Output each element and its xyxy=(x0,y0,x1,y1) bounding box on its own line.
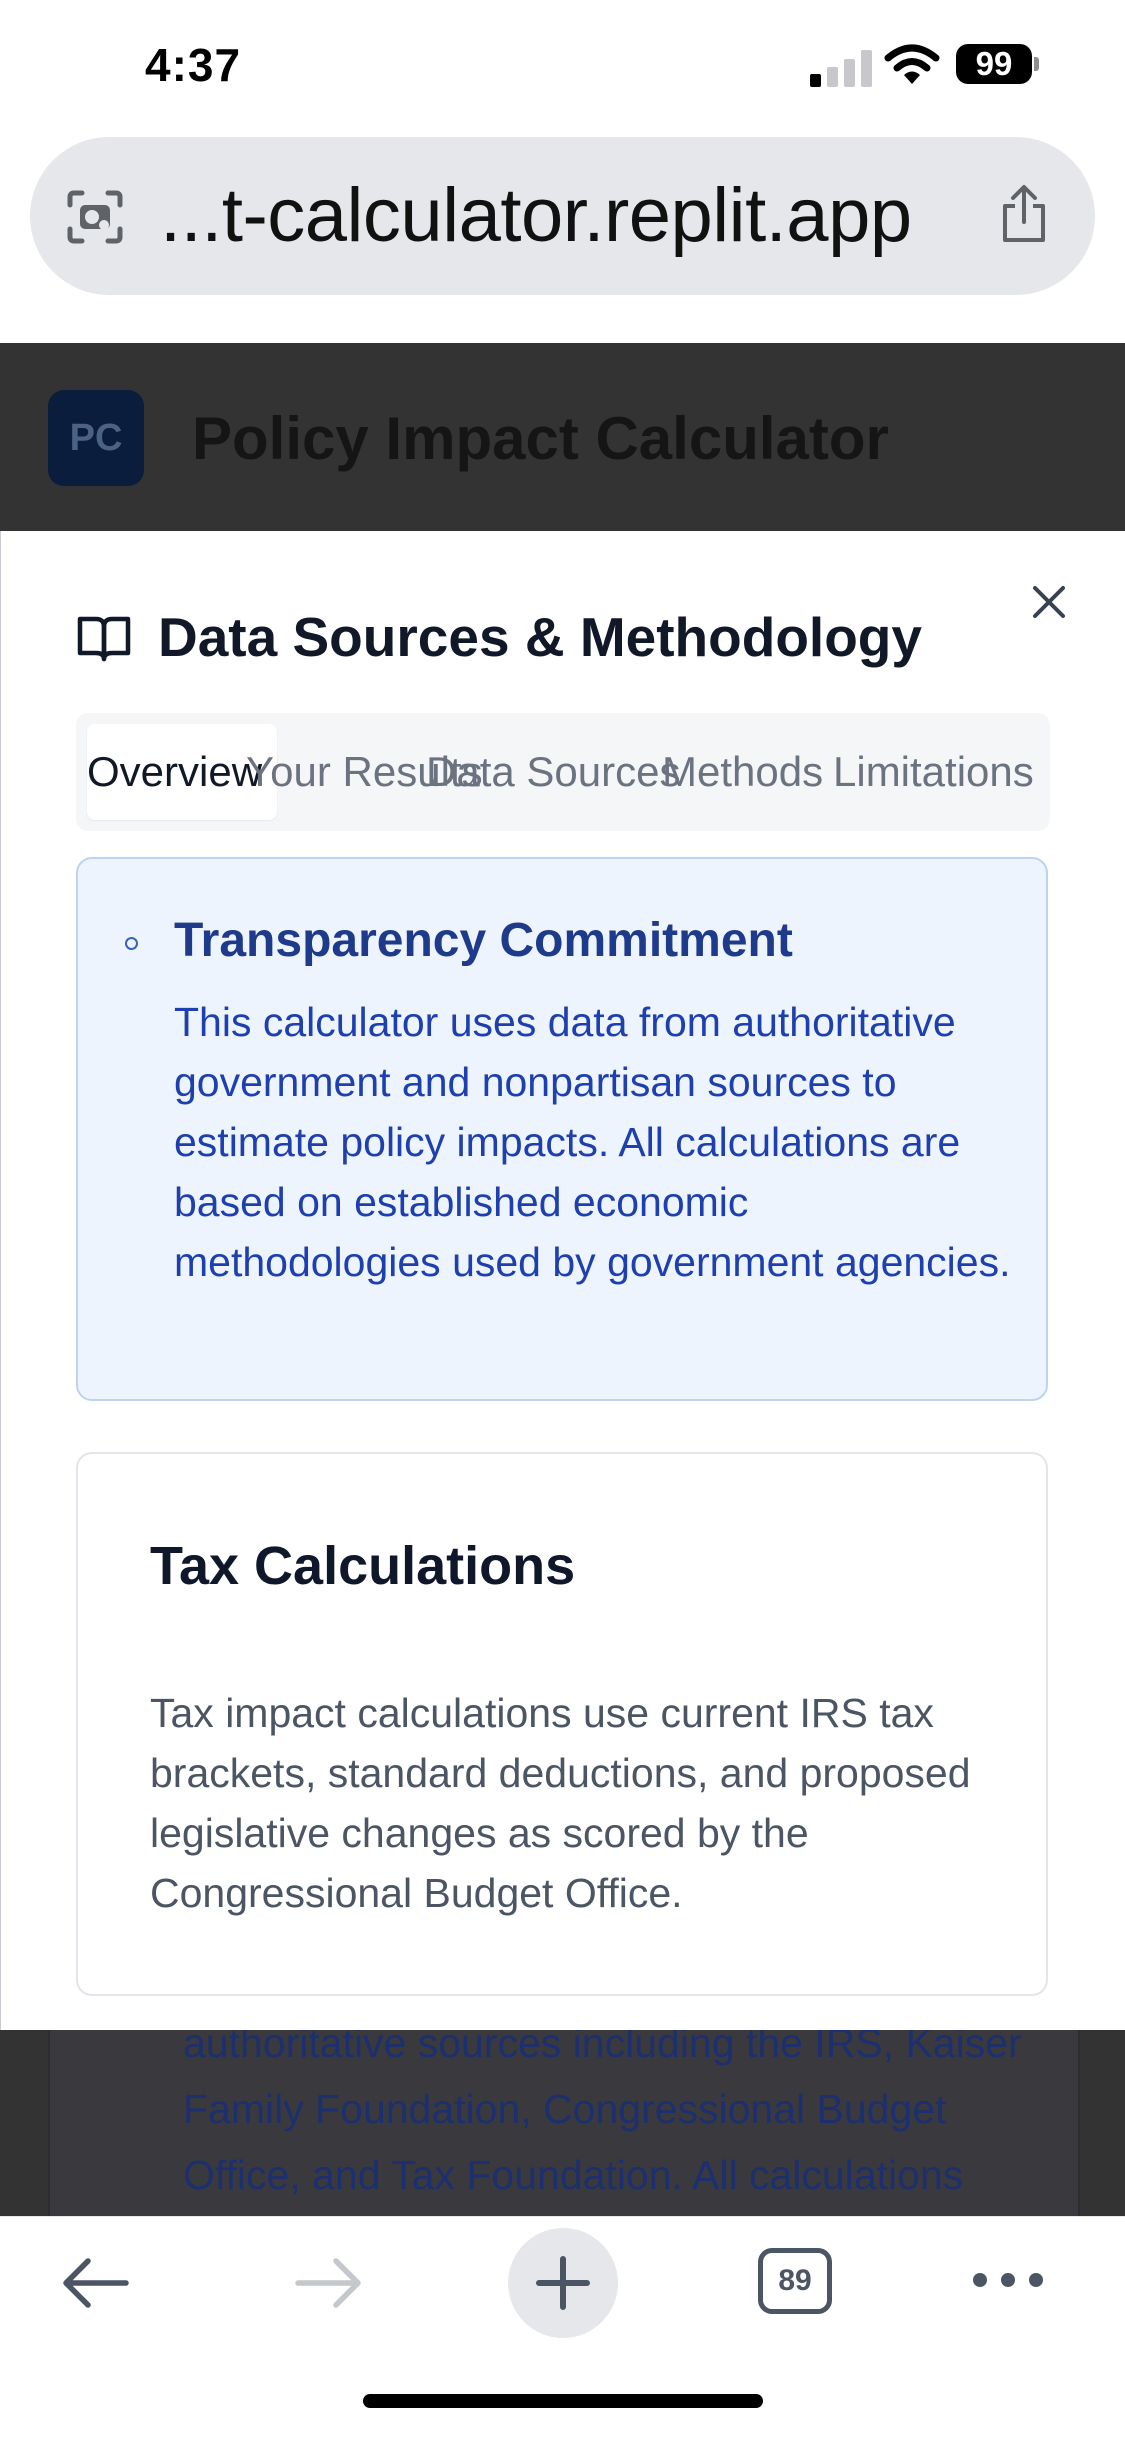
forward-arrow-icon[interactable] xyxy=(292,2255,366,2311)
tab-methods[interactable]: Methods xyxy=(662,748,823,796)
url-text[interactable]: ...t-calculator.replit.app xyxy=(160,172,912,259)
book-open-icon xyxy=(77,616,131,662)
tab-limitations[interactable]: Limitations xyxy=(833,748,1034,796)
tab-count: 89 xyxy=(778,2264,812,2297)
tax-card-title: Tax Calculations xyxy=(150,1536,576,1596)
tab-overview[interactable]: Overview xyxy=(87,748,262,796)
cellular-signal-icon xyxy=(810,47,872,87)
status-bar: 4:37 99 xyxy=(0,0,1125,130)
status-time: 4:37 xyxy=(145,39,242,91)
notice-body: This calculator uses data from authorita… xyxy=(174,999,1011,1285)
new-tab-button[interactable] xyxy=(508,2228,618,2338)
background-card-text: authoritative sources including the IRS,… xyxy=(183,2030,1022,2198)
new-tab-plus-icon xyxy=(536,2256,590,2310)
app-logo: PC xyxy=(48,390,144,486)
page-content-behind: authoritative sources including the IRS,… xyxy=(0,2030,1125,2216)
battery-level: 99 xyxy=(975,45,1013,82)
back-arrow-icon[interactable] xyxy=(58,2255,132,2311)
more-menu-icon[interactable] xyxy=(970,2268,1046,2292)
home-indicator xyxy=(363,2394,763,2408)
tax-card-body: Tax impact calculations use current IRS … xyxy=(150,1690,971,1916)
modal-title: Data Sources & Methodology xyxy=(158,606,922,668)
battery-icon: 99 xyxy=(956,44,1040,84)
close-icon[interactable] xyxy=(1025,578,1073,626)
info-bullet-icon xyxy=(125,937,138,950)
notice-title: Transparency Commitment xyxy=(174,914,793,967)
tab-switcher-button[interactable]: 89 xyxy=(758,2248,832,2314)
wifi-icon xyxy=(884,44,940,84)
tab-data-sources[interactable]: Data Sources xyxy=(426,748,680,796)
app-title: Policy Impact Calculator xyxy=(192,405,889,472)
share-icon[interactable] xyxy=(997,184,1051,246)
page-settings-icon[interactable] xyxy=(66,189,124,245)
